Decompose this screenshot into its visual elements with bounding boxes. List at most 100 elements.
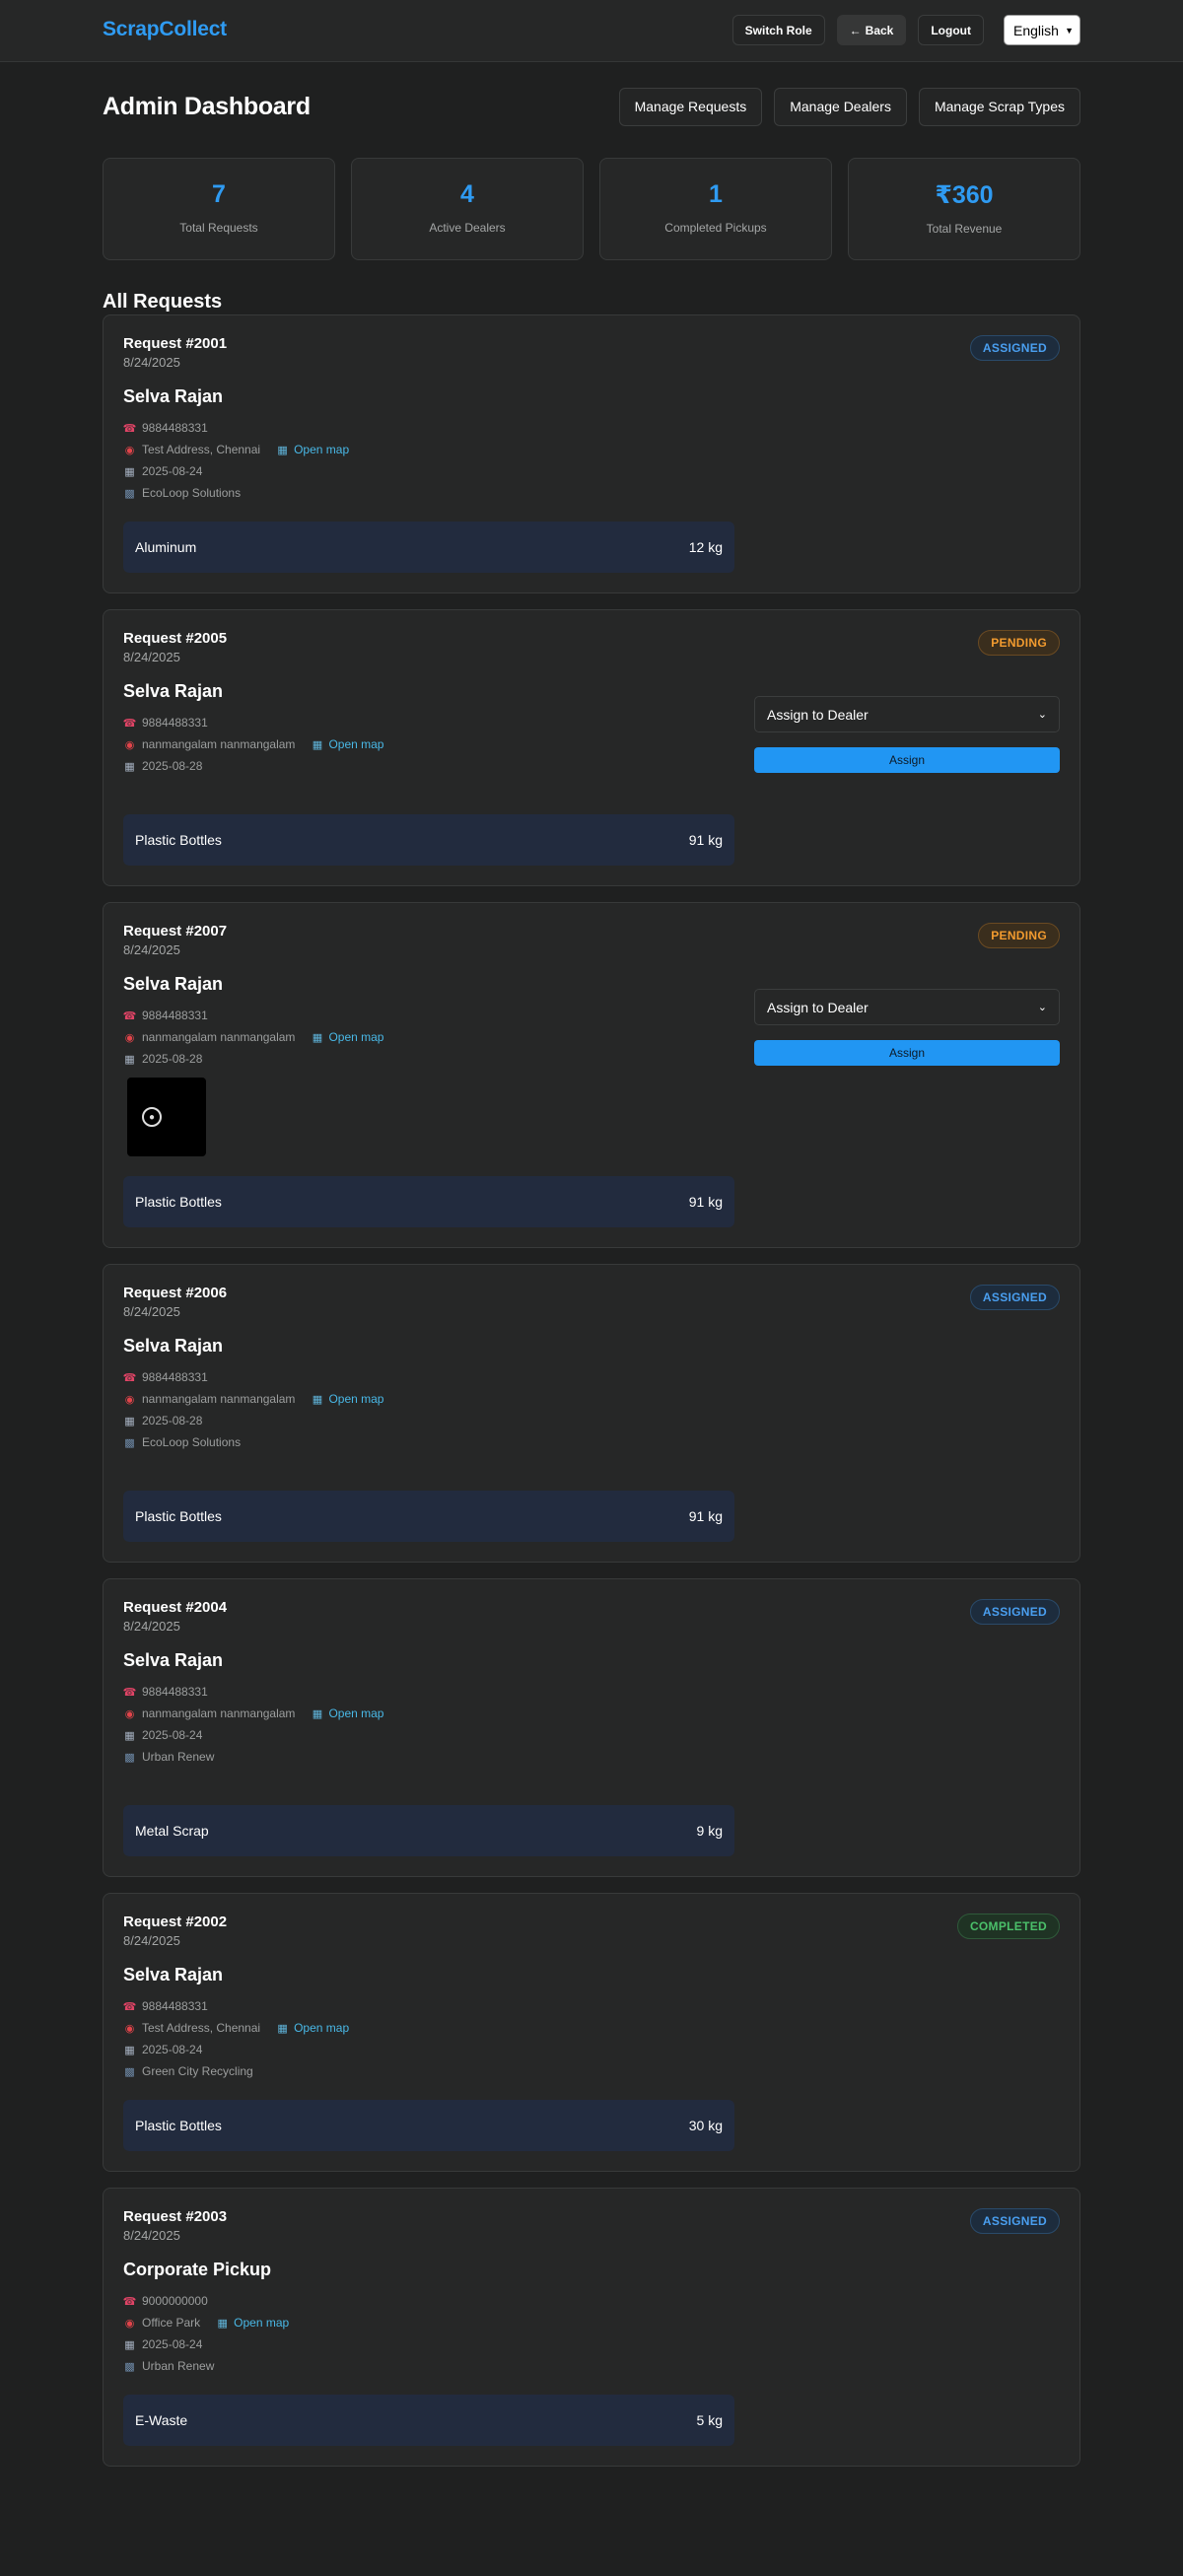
manage-dealers-button[interactable]: Manage Dealers xyxy=(774,87,907,126)
request-date: 8/24/2025 xyxy=(123,1619,180,1634)
assign-dealer-placeholder: Assign to Dealer xyxy=(767,706,869,723)
scrap-item-row: Aluminum 12 kg xyxy=(123,522,734,573)
phone-icon: ☎ xyxy=(122,422,137,435)
request-details: Selva Rajan ☎ 9884488331 ◉ Test Address, Che… xyxy=(123,370,734,573)
address-line: ◉ Test Address, Chennai ▦ Open map xyxy=(123,2017,734,2039)
calendar-icon: ▦ xyxy=(124,465,135,478)
scrap-item-quantity: 30 kg xyxy=(688,2118,723,2133)
request-body: Selva Rajan ☎ 9884488331 ◉ nanmangalam nanma… xyxy=(123,957,1060,1227)
request-details: Selva Rajan ☎ 9884488331 ◉ Test Address, Che… xyxy=(123,1948,734,2151)
map-icon: ▦ xyxy=(312,1707,323,1720)
assign-button[interactable]: Assign xyxy=(754,747,1060,773)
request-id: Request #2006 xyxy=(123,1285,228,1301)
request-id: Request #2003 xyxy=(123,2208,228,2225)
request-body: Selva Rajan ☎ 9884488331 ◉ nanmangalam nanma… xyxy=(123,1634,1060,1856)
status-badge: ASSIGNED xyxy=(969,1285,1060,1310)
open-map-link[interactable]: ▦ Open map xyxy=(216,2316,289,2330)
manage-scrap-types-button[interactable]: Manage Scrap Types xyxy=(918,87,1080,126)
assign-dealer-select[interactable]: Assign to Dealer ⌄ xyxy=(754,696,1060,732)
location-pin-icon: ◉ xyxy=(124,2022,135,2035)
open-map-link[interactable]: ▦ Open map xyxy=(311,1706,384,1720)
assign-dealer-placeholder: Assign to Dealer xyxy=(767,999,869,1015)
scrap-item-name: E-Waste xyxy=(135,2412,188,2428)
map-icon: ▦ xyxy=(277,444,288,456)
request-body: Selva Rajan ☎ 9884488331 ◉ nanmangalam nanma… xyxy=(123,664,1060,866)
back-button[interactable]: ← Back xyxy=(836,15,907,45)
customer-name: Corporate Pickup xyxy=(123,2260,272,2279)
phone-line: ☎ 9884488331 xyxy=(123,417,734,439)
phone-icon: ☎ xyxy=(122,2000,137,2013)
stat-label: Completed Pickups xyxy=(664,221,767,235)
request-date: 8/24/2025 xyxy=(123,942,180,957)
logout-button[interactable]: Logout xyxy=(918,15,984,45)
status-badge: ASSIGNED xyxy=(969,2208,1060,2234)
request-card: Request #2005 8/24/2025 PENDING Selva Rajan… xyxy=(103,609,1080,886)
scrap-item-quantity: 91 kg xyxy=(688,1194,723,1210)
open-map-link[interactable]: ▦ Open map xyxy=(311,1030,384,1044)
customer-name: Selva Rajan xyxy=(123,1336,224,1356)
phone-number: 9000000000 xyxy=(142,2294,208,2308)
phone-line: ☎ 9884488331 xyxy=(123,712,734,733)
assign-dealer-select[interactable]: Assign to Dealer ⌄ xyxy=(754,989,1060,1025)
status-badge: COMPLETED xyxy=(956,1914,1060,1939)
address-text: nanmangalam nanmangalam xyxy=(142,1030,296,1044)
address-text: Test Address, Chennai xyxy=(142,2021,261,2035)
chevron-down-icon: ⌄ xyxy=(1037,709,1047,721)
address-line: ◉ nanmangalam nanmangalam ▦ Open map xyxy=(123,1388,734,1410)
request-details: Selva Rajan ☎ 9884488331 ◉ nanmangalam nanma… xyxy=(123,1634,734,1856)
customer-info: ☎ 9884488331 ◉ nanmangalam nanmangalam ▦ Open… xyxy=(123,1005,734,1070)
open-map-label: Open map xyxy=(234,2316,290,2330)
open-map-link[interactable]: ▦ Open map xyxy=(311,737,384,751)
pickup-date-line: ▦ 2025-08-28 xyxy=(123,1048,734,1070)
address-text: Office Park xyxy=(142,2316,201,2330)
map-icon: ▦ xyxy=(277,2022,288,2035)
open-map-link[interactable]: ▦ Open map xyxy=(276,443,349,456)
main-content: Admin Dashboard Manage Requests Manage D… xyxy=(103,87,1080,2467)
switch-role-button[interactable]: Switch Role xyxy=(731,15,825,45)
open-map-label: Open map xyxy=(294,2021,350,2035)
language-select[interactable]: English ▼ xyxy=(1004,15,1080,45)
open-map-link[interactable]: ▦ Open map xyxy=(311,1392,384,1406)
chevron-down-icon: ⌄ xyxy=(1037,1002,1047,1013)
phone-icon: ☎ xyxy=(122,1371,137,1384)
pickup-date-line: ▦ 2025-08-28 xyxy=(123,755,734,777)
status-badge: PENDING xyxy=(978,630,1060,656)
pickup-date-line: ▦ 2025-08-24 xyxy=(123,2333,734,2355)
address-line: ◉ Office Park ▦ Open map xyxy=(123,2312,734,2333)
request-card: Request #2007 8/24/2025 PENDING Selva Rajan… xyxy=(103,902,1080,1248)
request-date: 8/24/2025 xyxy=(123,2228,180,2243)
status-badge: ASSIGNED xyxy=(969,335,1060,361)
customer-name: Selva Rajan xyxy=(123,974,224,994)
stat-label: Total Requests xyxy=(179,221,258,235)
phone-icon: ☎ xyxy=(122,2295,137,2308)
assign-button[interactable]: Assign xyxy=(754,1040,1060,1066)
request-id: Request #2004 xyxy=(123,1599,228,1616)
address-line: ◉ nanmangalam nanmangalam ▦ Open map xyxy=(123,1703,734,1724)
pickup-date-line: ▦ 2025-08-24 xyxy=(123,460,734,482)
stats-grid: 7 Total Requests 4 Active Dealers 1 Comp… xyxy=(103,158,1080,260)
scrap-item-quantity: 5 kg xyxy=(696,2412,723,2428)
top-actions: Switch Role ← Back Logout English ▼ xyxy=(731,15,1080,45)
status-badge: PENDING xyxy=(978,923,1060,948)
brand-logo[interactable]: ScrapCollect xyxy=(103,18,227,41)
manage-requests-button[interactable]: Manage Requests xyxy=(618,87,763,126)
address-line: ◉ nanmangalam nanmangalam ▦ Open map xyxy=(123,1026,734,1048)
customer-name: Selva Rajan xyxy=(123,386,224,406)
request-body: Selva Rajan ☎ 9884488331 ◉ nanmangalam nanma… xyxy=(123,1319,1060,1542)
dealer-line: ▩ Urban Renew xyxy=(123,2355,734,2377)
phone-number: 9884488331 xyxy=(142,716,208,730)
request-id: Request #2001 xyxy=(123,335,228,352)
image-placeholder-icon: ● xyxy=(142,1107,162,1127)
pickup-date: 2025-08-24 xyxy=(142,2043,203,2056)
pickup-date: 2025-08-28 xyxy=(142,1414,203,1427)
location-pin-icon: ◉ xyxy=(124,2317,135,2330)
customer-info: ☎ 9884488331 ◉ Test Address, Chennai ▦ Open m… xyxy=(123,417,734,504)
open-map-link[interactable]: ▦ Open map xyxy=(276,2021,349,2035)
dealer-line: ▩ EcoLoop Solutions xyxy=(123,482,734,504)
dealer-name: Urban Renew xyxy=(142,1750,215,1764)
scrap-item-name: Plastic Bottles xyxy=(135,1508,222,1524)
scrap-item-name: Metal Scrap xyxy=(135,1823,209,1839)
dealer-name: EcoLoop Solutions xyxy=(142,1435,242,1449)
scrap-photo-thumbnail[interactable]: ● xyxy=(127,1078,206,1156)
pickup-date: 2025-08-24 xyxy=(142,2337,203,2351)
